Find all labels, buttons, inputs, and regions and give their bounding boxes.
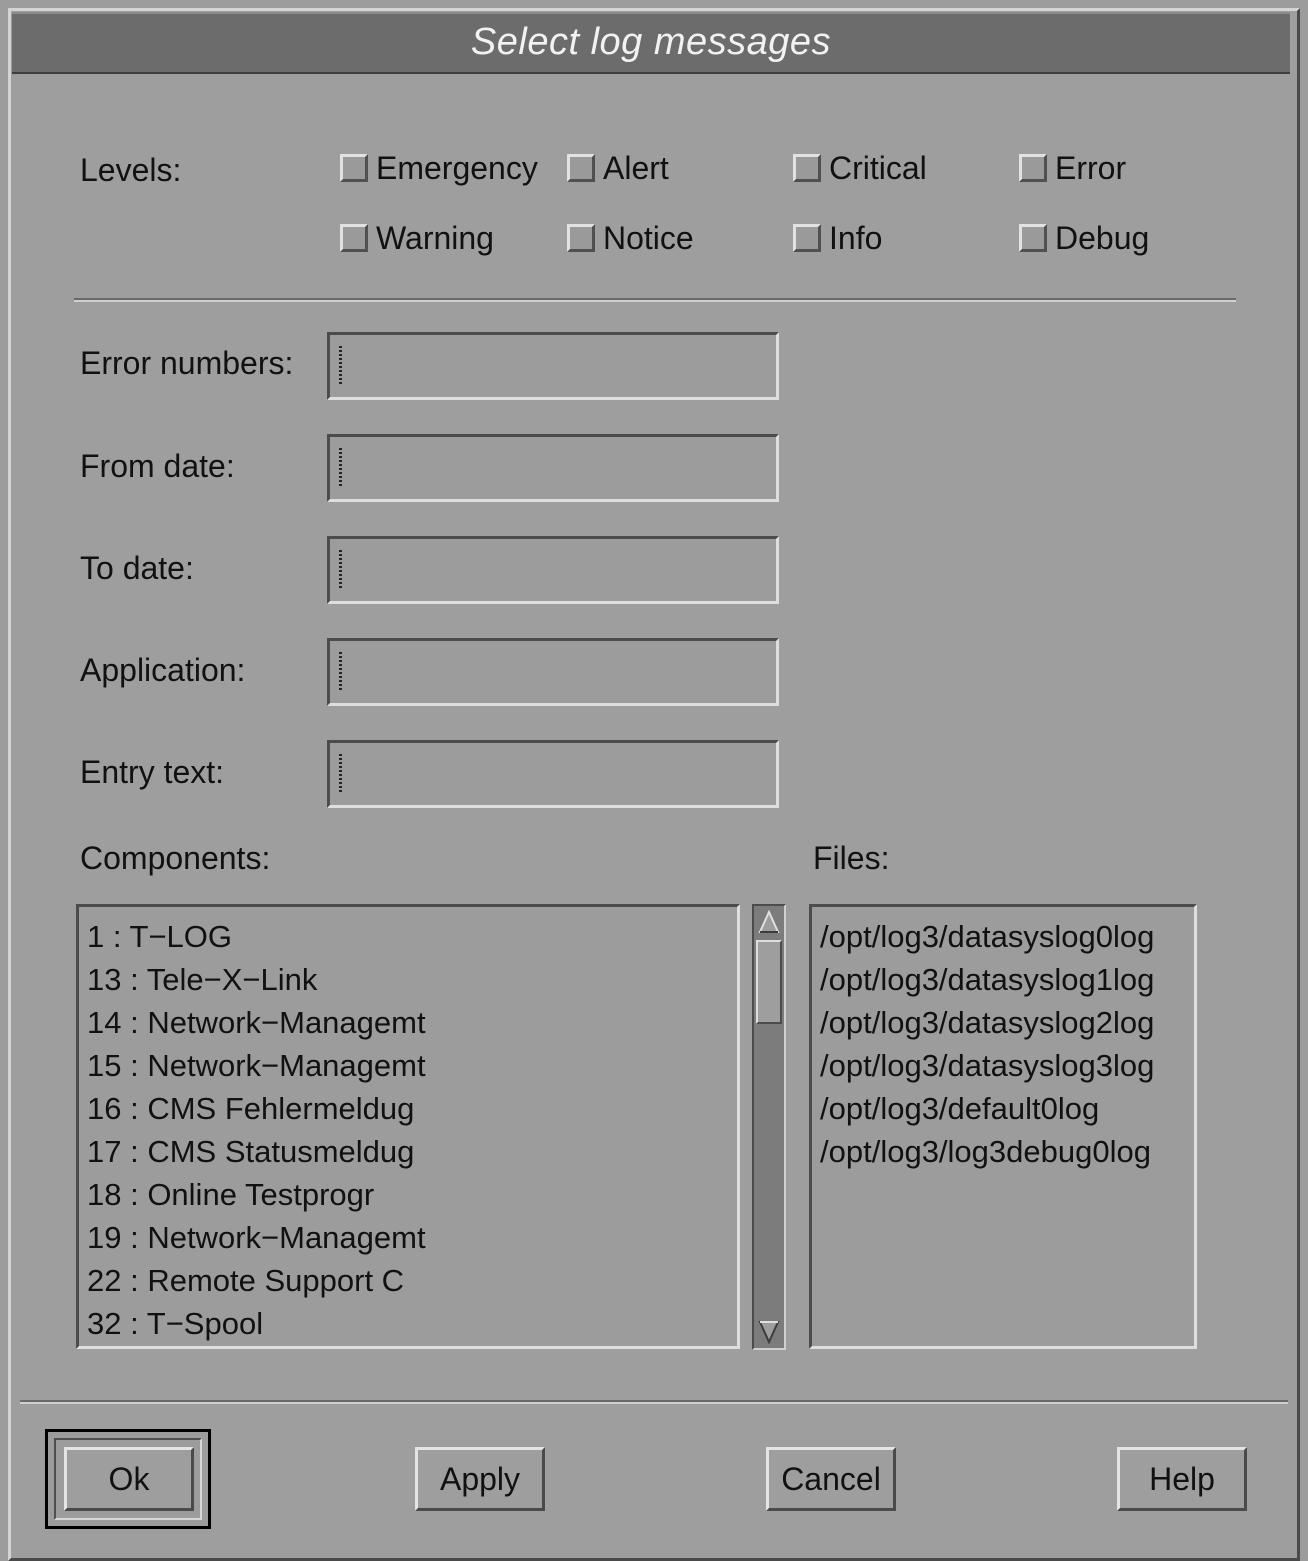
checkbox-alert[interactable]: Alert (567, 148, 669, 188)
from-date-field[interactable] (327, 434, 779, 502)
checkbox-box[interactable] (340, 224, 368, 252)
help-button[interactable]: Help (1117, 1447, 1247, 1511)
components-list[interactable]: 1 : T−LOG 13 : Tele−X−Link 14 : Network−… (76, 904, 740, 1349)
list-item[interactable]: 19 : Network−Managemt (79, 1216, 737, 1259)
checkbox-box[interactable] (340, 154, 368, 182)
list-item[interactable]: 16 : CMS Fehlermeldug (79, 1087, 737, 1130)
checkbox-warning[interactable]: Warning (340, 218, 494, 258)
to-date-label: To date: (80, 550, 194, 586)
text-cursor-icon (339, 346, 342, 384)
list-item[interactable]: 15 : Network−Managemt (79, 1044, 737, 1087)
list-item[interactable]: /opt/log3/datasyslog2log (812, 1001, 1194, 1044)
files-label: Files: (813, 840, 890, 876)
files-list[interactable]: /opt/log3/datasyslog0log /opt/log3/datas… (809, 904, 1197, 1349)
checkbox-debug[interactable]: Debug (1019, 218, 1149, 258)
dialog-title: Select log messages (470, 20, 832, 63)
list-item[interactable]: 13 : Tele−X−Link (79, 958, 737, 1001)
checkbox-label: Notice (603, 219, 694, 256)
cancel-button[interactable]: Cancel (766, 1447, 896, 1511)
checkbox-info[interactable]: Info (793, 218, 882, 258)
checkbox-box[interactable] (1019, 224, 1047, 252)
entry-text-label: Entry text: (80, 754, 225, 790)
checkbox-box[interactable] (793, 154, 821, 182)
from-date-label: From date: (80, 448, 235, 484)
button-separator (20, 1400, 1288, 1404)
checkbox-label: Alert (603, 149, 669, 186)
scroll-up-arrow-icon[interactable] (756, 908, 782, 936)
checkbox-box[interactable] (793, 224, 821, 252)
application-field[interactable] (327, 638, 779, 706)
apply-button[interactable]: Apply (415, 1447, 545, 1511)
checkbox-critical[interactable]: Critical (793, 148, 927, 188)
list-item[interactable]: 14 : Network−Managemt (79, 1001, 737, 1044)
text-cursor-icon (339, 550, 342, 588)
scroll-thumb[interactable] (756, 940, 782, 1024)
entry-text-field[interactable] (327, 740, 779, 808)
list-item[interactable]: /opt/log3/log3debug0log (812, 1130, 1194, 1173)
error-numbers-label: Error numbers: (80, 345, 294, 381)
scroll-down-arrow-icon[interactable] (756, 1318, 782, 1346)
checkbox-label: Info (829, 219, 883, 256)
list-item[interactable]: /opt/log3/default0log (812, 1087, 1194, 1130)
ok-button[interactable]: Ok (64, 1447, 194, 1511)
application-label: Application: (80, 652, 246, 688)
list-item[interactable]: 1 : T−LOG (79, 915, 737, 958)
list-item[interactable]: 17 : CMS Statusmeldug (79, 1130, 737, 1173)
list-item[interactable]: 32 : T−Spool (79, 1302, 737, 1345)
text-cursor-icon (339, 448, 342, 486)
checkbox-label: Emergency (376, 149, 538, 186)
checkbox-box[interactable] (567, 224, 595, 252)
components-scrollbar[interactable] (752, 904, 786, 1350)
to-date-field[interactable] (327, 536, 779, 604)
checkbox-emergency[interactable]: Emergency (340, 148, 538, 188)
text-cursor-icon (339, 652, 342, 690)
checkbox-label: Critical (829, 149, 927, 186)
error-numbers-field[interactable] (327, 332, 779, 400)
levels-divider (74, 298, 1236, 302)
checkbox-label: Debug (1055, 219, 1150, 256)
levels-label: Levels: (80, 152, 182, 188)
checkbox-error[interactable]: Error (1019, 148, 1126, 188)
checkbox-box[interactable] (1019, 154, 1047, 182)
checkbox-label: Warning (376, 219, 494, 256)
list-item[interactable]: 18 : Online Testprogr (79, 1173, 737, 1216)
components-label: Components: (80, 840, 271, 876)
list-item[interactable]: 22 : Remote Support C (79, 1259, 737, 1302)
text-cursor-icon (339, 754, 342, 792)
title-bar[interactable]: Select log messages (12, 12, 1290, 74)
checkbox-box[interactable] (567, 154, 595, 182)
list-item[interactable]: /opt/log3/datasyslog1log (812, 958, 1194, 1001)
checkbox-notice[interactable]: Notice (567, 218, 694, 258)
checkbox-label: Error (1055, 149, 1127, 186)
list-item[interactable]: /opt/log3/datasyslog3log (812, 1044, 1194, 1087)
list-item[interactable]: /opt/log3/datasyslog0log (812, 915, 1194, 958)
